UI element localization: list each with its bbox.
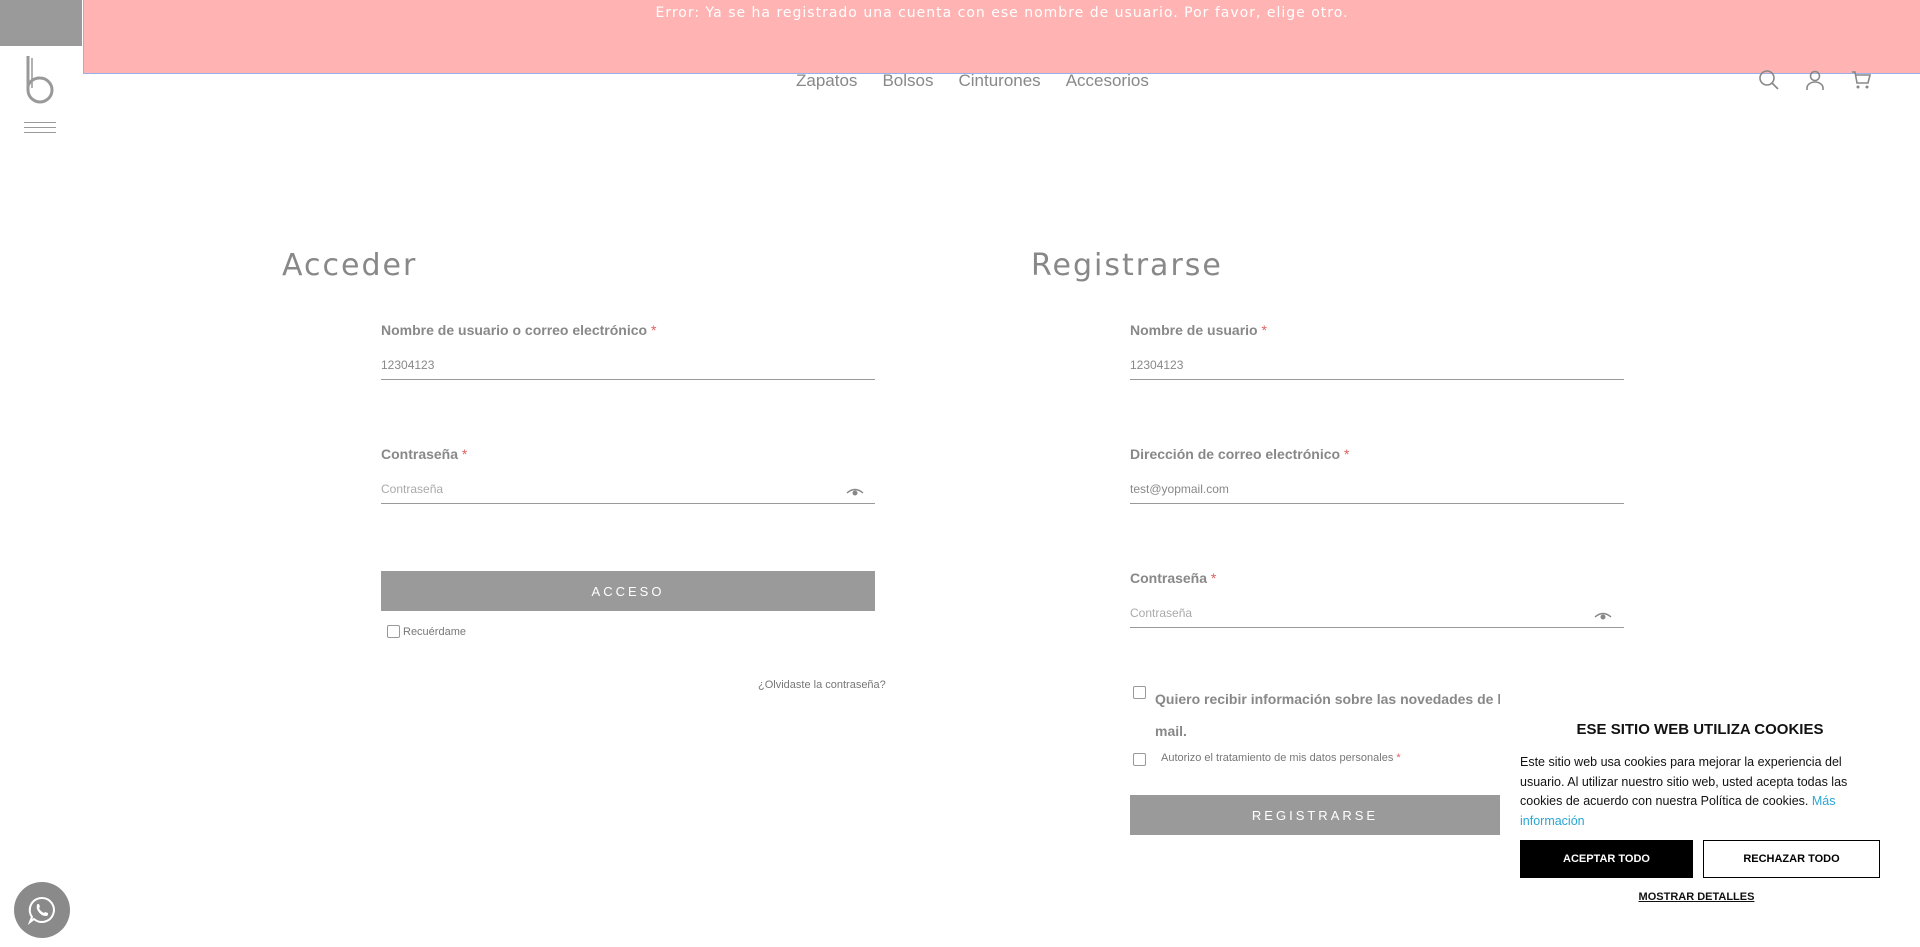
forgot-password-link[interactable]: ¿Olvidaste la contraseña? <box>758 679 886 691</box>
login-username-label: Nombre de usuario o correo electrónico * <box>381 322 657 338</box>
header-icons <box>1758 69 1872 91</box>
remember-label: Recuérdame <box>403 626 466 638</box>
show-details-link[interactable]: MOSTRAR DETALLES <box>1520 891 1873 903</box>
login-password-label: Contraseña * <box>381 446 468 462</box>
login-password-input[interactable] <box>381 474 875 504</box>
privacy-label: Autorizo el tratamiento de mis datos per… <box>1161 752 1401 764</box>
error-banner: Error: Ya se ha registrado una cuenta co… <box>83 0 1920 74</box>
error-message: Error: Ya se ha registrado una cuenta co… <box>655 5 1349 21</box>
register-username-input[interactable] <box>1130 350 1624 380</box>
whatsapp-icon <box>27 896 55 925</box>
login-title: Acceder <box>282 248 418 283</box>
register-password-input[interactable] <box>1130 598 1624 628</box>
main-nav: Zapatos Bolsos Cinturones Accesorios <box>796 71 1149 91</box>
newsletter-checkbox[interactable] <box>1133 686 1146 699</box>
register-email-input[interactable] <box>1130 474 1624 504</box>
sidebar <box>0 0 82 947</box>
newsletter-label-line2: mail. <box>1155 723 1187 739</box>
user-icon[interactable] <box>1804 69 1826 91</box>
sidebar-top-block <box>0 0 82 46</box>
register-username-label: Nombre de usuario * <box>1130 322 1267 338</box>
cookie-text: Este sitio web usa cookies para mejorar … <box>1520 755 1848 828</box>
register-title: Registrarse <box>1031 248 1223 283</box>
accept-all-button[interactable]: ACEPTAR TODO <box>1520 840 1693 878</box>
nav-item-accesorios[interactable]: Accesorios <box>1066 71 1149 91</box>
cookie-title: ESE SITIO WEB UTILIZA COOKIES <box>1576 721 1824 738</box>
brand-logo[interactable] <box>22 54 58 106</box>
login-username-input[interactable] <box>381 350 875 380</box>
newsletter-label: Quiero recibir información sobre las nov… <box>1155 691 1500 707</box>
cart-icon[interactable] <box>1850 69 1872 91</box>
show-password-icon[interactable] <box>1594 610 1612 622</box>
cookie-banner: ESE SITIO WEB UTILIZA COOKIES Este sitio… <box>1500 705 1900 947</box>
show-password-icon[interactable] <box>846 486 864 498</box>
login-submit-button[interactable]: ACCESO <box>381 571 875 611</box>
nav-item-cinturones[interactable]: Cinturones <box>958 71 1040 91</box>
register-submit-button[interactable]: REGISTRARSE <box>1130 795 1500 835</box>
register-email-label: Dirección de correo electrónico * <box>1130 446 1350 462</box>
nav-item-bolsos[interactable]: Bolsos <box>882 71 933 91</box>
privacy-checkbox[interactable] <box>1133 753 1146 766</box>
register-password-label: Contraseña * <box>1130 570 1217 586</box>
menu-icon[interactable] <box>24 122 56 136</box>
nav-item-zapatos[interactable]: Zapatos <box>796 71 857 91</box>
reject-all-button[interactable]: RECHAZAR TODO <box>1703 840 1880 878</box>
whatsapp-button[interactable] <box>14 882 70 938</box>
search-icon[interactable] <box>1758 69 1780 91</box>
remember-checkbox[interactable] <box>387 625 400 638</box>
